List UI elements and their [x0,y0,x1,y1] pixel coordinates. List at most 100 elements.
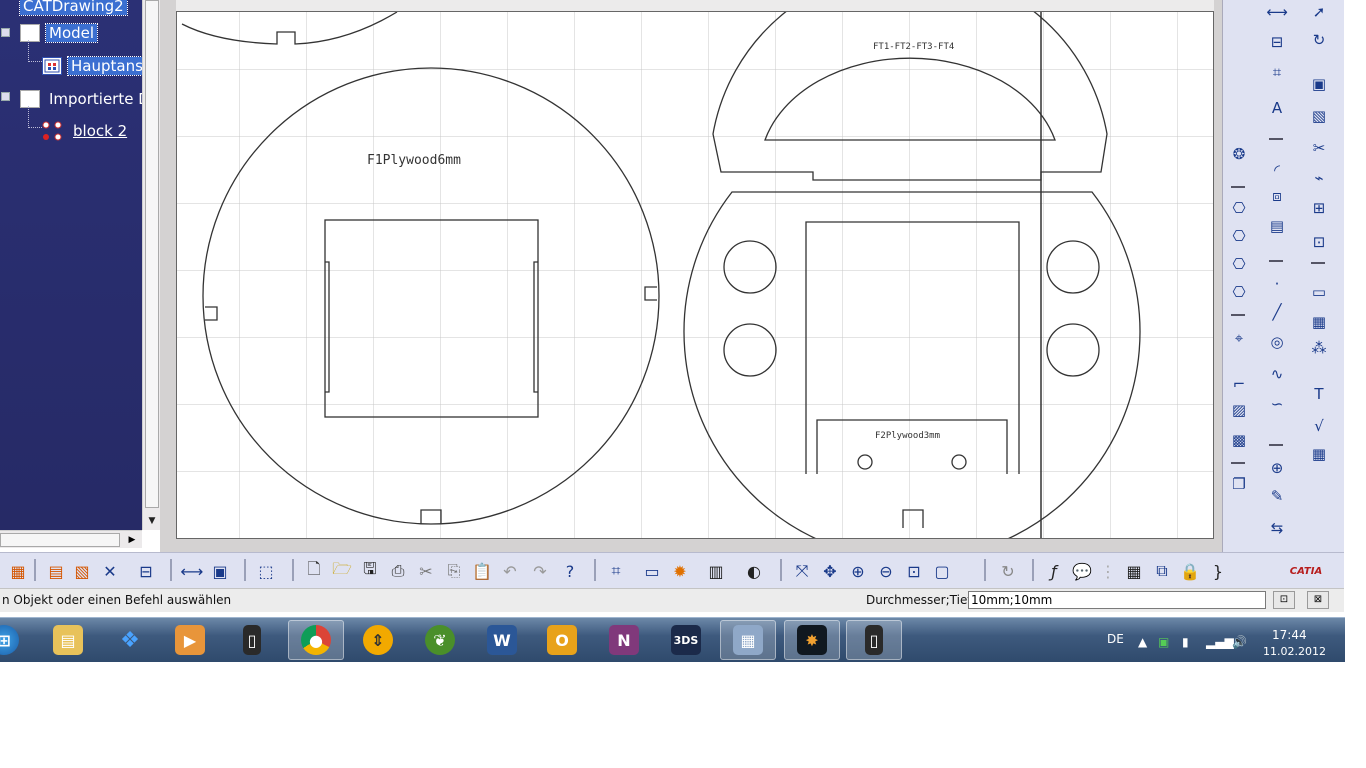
cut-icon[interactable]: ✂ [1307,136,1331,160]
dimension-toolbar-icon[interactable]: ⟷ [180,559,204,583]
scroll-right-arrow-icon[interactable]: ▶ [126,533,138,547]
pattern-icon[interactable]: ⁂ [1307,336,1331,360]
knowledge-icon[interactable]: ⧉ [1150,559,1174,583]
taskbar-onenote[interactable]: N [596,620,652,660]
arc-icon[interactable]: ◜ [1265,158,1289,182]
tree-node-catdrawing[interactable]: CATDrawing2 [19,0,128,18]
working-views-icon[interactable]: ▧ [70,559,94,583]
select-arrow-icon[interactable]: ➚ [1307,0,1331,24]
geometry-icon-1[interactable]: ⎔ [1227,196,1251,220]
weld-icon[interactable]: ⌐ [1227,372,1251,396]
geometry-icon-4[interactable]: ⎔ [1227,280,1251,304]
refresh-icon[interactable]: ↻ [996,559,1020,583]
tray-signal-icon[interactable]: ▂▄▆ [1206,635,1234,649]
tray-volume-icon[interactable]: 🔊 [1232,635,1247,649]
text-icon[interactable]: A [1265,96,1289,120]
design-table-icon[interactable]: ▦ [1122,559,1146,583]
dimension-system-icon[interactable]: ▥ [704,559,728,583]
table-icon[interactable]: ▦ [1307,310,1331,334]
scroll-down-arrow-icon[interactable]: ▼ [145,514,159,528]
status-button-1[interactable]: ⊡ [1273,591,1295,609]
tree-node-hauptansicht[interactable]: Hauptans [42,54,142,78]
macro-icon[interactable]: } [1206,559,1230,583]
taskbar-word[interactable]: W [474,620,530,660]
tool-palette-icon[interactable]: ▣ [208,559,232,583]
update-icon[interactable]: ↻ [1307,28,1331,52]
taskbar-phone-app[interactable]: ▯ [224,620,280,660]
text-tool-icon[interactable]: T [1307,382,1331,406]
start-button[interactable]: ⊞ [0,620,32,660]
tray-clock-date[interactable]: 11.02.2012 [1263,645,1326,658]
whats-this-icon[interactable]: ? [558,559,582,583]
tray-power-icon[interactable]: ▮ [1182,635,1189,649]
taskbar-calculator[interactable]: ▦ [720,620,776,660]
layer-icon[interactable]: ❐ [1227,472,1251,496]
analysis-icon[interactable]: ✕ [98,559,122,583]
line-icon[interactable]: ╱ [1265,300,1289,324]
grid-display-icon[interactable]: ⌗ [604,559,628,583]
tree-vertical-scrollbar[interactable]: ▼ [142,0,160,530]
hatch-icon[interactable]: ▨ [1227,398,1251,422]
tray-expand-icon[interactable]: ▲ [1138,635,1147,649]
grid-icon[interactable]: ▦ [1307,442,1331,466]
view-creation-icon[interactable]: ▣ [1307,72,1331,96]
taskbar-phone-sync[interactable]: ▯ [846,620,902,660]
new-file-icon[interactable]: 🗋 [302,559,326,583]
symbol-icon[interactable]: ▩ [1227,428,1251,452]
normal-view-icon[interactable]: ▢ [930,559,954,583]
taskbar-explorer[interactable]: ▤ [40,620,96,660]
catalog-icon[interactable]: ❂ [1227,142,1251,166]
section-icon[interactable]: ▤ [1265,214,1289,238]
open-folder-icon[interactable]: 🗁 [330,559,354,583]
area-fill-icon[interactable]: ▧ [1307,104,1331,128]
taskbar-catia-launcher[interactable]: 3DS [658,620,714,660]
view-frame-icon[interactable]: ⊟ [134,559,158,583]
save-icon[interactable]: 🖫 [358,559,382,583]
zoom-out-icon[interactable]: ⊖ [874,559,898,583]
fit-all-icon[interactable]: ⤧ [790,559,814,583]
dress-up-icon[interactable]: ✎ [1265,484,1289,508]
point-icon[interactable]: · [1265,272,1289,296]
rectangle-icon[interactable]: ▭ [1307,280,1331,304]
circle-icon[interactable]: ◎ [1265,330,1289,354]
dimension-input[interactable] [968,591,1266,609]
taskbar-dropbox[interactable]: ❖ [102,620,158,660]
grid-snap-icon[interactable]: ▦ [6,559,30,583]
scroll-thumb[interactable] [145,0,159,508]
undo-icon[interactable]: ↶ [498,559,522,583]
expand-icon[interactable] [1,28,10,37]
taskbar-catia[interactable]: ✸ [784,620,840,660]
taskbar-garden[interactable]: ❦ [412,620,468,660]
trim-icon[interactable]: ⌁ [1307,166,1331,190]
dimension-icon[interactable]: ⟷ [1265,0,1289,24]
pan-icon[interactable]: ✥ [818,559,842,583]
roughness-icon[interactable]: √ [1307,414,1331,438]
print-icon[interactable]: ⎙ [386,559,410,583]
taskbar-media-player[interactable]: ▶ [162,620,218,660]
redo-icon[interactable]: ↷ [528,559,552,583]
formula-icon[interactable]: ƒ [1042,559,1066,583]
detail-view-icon[interactable]: ⊡ [1307,230,1331,254]
expand-icon[interactable] [1,92,10,101]
law-icon[interactable]: ⋮ [1096,559,1120,583]
taskbar-transfer[interactable]: ⇕ [350,620,406,660]
tray-clock-time[interactable]: 17:44 [1272,628,1307,642]
eraser-icon[interactable]: ⬚ [254,559,278,583]
sheet-background-icon[interactable]: ▤ [44,559,68,583]
geometry-icon-3[interactable]: ⎔ [1227,252,1251,276]
tray-language[interactable]: DE [1107,632,1124,646]
paste-icon[interactable]: 📋 [470,559,494,583]
spline-icon[interactable]: ∿ [1265,362,1289,386]
taskbar-outlook[interactable]: O [534,620,590,660]
scroll-thumb[interactable] [0,533,120,547]
zoom-area-icon[interactable]: ⊡ [902,559,926,583]
geometry-icon-2[interactable]: ⎔ [1227,224,1251,248]
status-button-2[interactable]: ⊠ [1307,591,1329,609]
specification-tree[interactable]: CATDrawing2 Model Hauptans Importierte D… [0,0,142,530]
tray-network-app-icon[interactable]: ▣ [1158,635,1169,649]
cut-icon[interactable]: ✂ [414,559,438,583]
drawing-sheet[interactable]: F1Plywood6mm FT1-FT2-FT3-FT4 F2Plywood3m… [176,11,1214,539]
filter-icon[interactable]: ◐ [742,559,766,583]
copy-icon[interactable]: ⎘ [442,559,466,583]
zoom-in-icon[interactable]: ⊕ [846,559,870,583]
